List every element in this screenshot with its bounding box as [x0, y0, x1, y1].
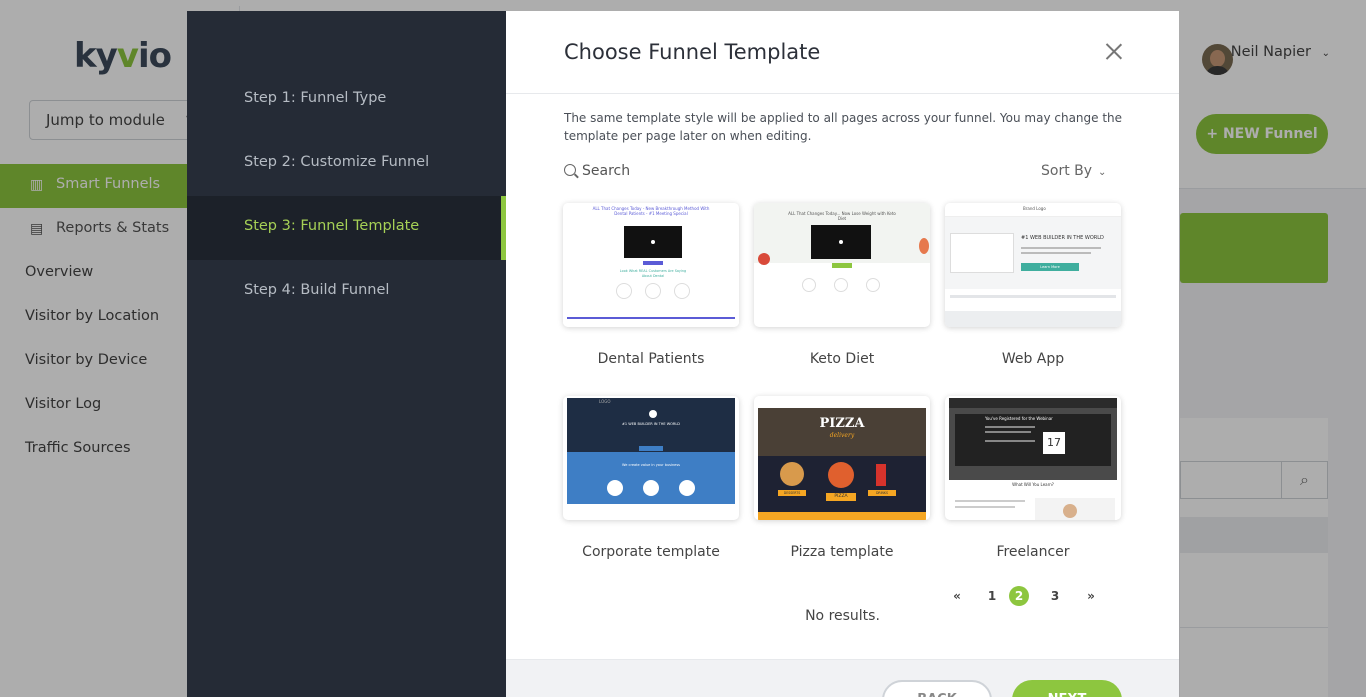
wizard-steps: Step 1: Funnel Type Step 2: Customize Fu… [187, 11, 506, 697]
step-funnel-type[interactable]: Step 1: Funnel Type [187, 68, 506, 132]
template-thumbnail[interactable]: LOGO #1 WEB BUILDER IN THE WORLD We crea… [563, 396, 739, 520]
thumb-pizza-subtitle: delivery [829, 432, 855, 439]
thumb-brand: Brand Logo [1023, 206, 1046, 211]
step-build-funnel[interactable]: Step 4: Build Funnel [187, 260, 506, 324]
pagination-page-2[interactable]: 2 [1009, 586, 1029, 606]
thumb-pizza-label: DRINKS [868, 490, 896, 496]
template-card-keto[interactable]: ALL That Changes Today... Now Lose Weigh… [754, 203, 930, 367]
no-results-text: No results. [805, 608, 880, 624]
template-thumbnail[interactable]: You've Registered for the Webinar 17 Wha… [945, 396, 1121, 520]
next-button[interactable]: NEXT [1012, 680, 1122, 697]
step-funnel-template[interactable]: Step 3: Funnel Template [187, 196, 506, 260]
template-card-freelancer[interactable]: You've Registered for the Webinar 17 Wha… [945, 396, 1121, 560]
template-name: Keto Diet [809, 351, 875, 367]
template-pane: Choose Funnel Template The same template… [506, 11, 1179, 697]
search-icon [564, 164, 576, 176]
thumb-pizza-label: DESSERTS [778, 490, 806, 496]
pagination-next[interactable]: » [1081, 586, 1101, 606]
back-button[interactable]: BACK [882, 680, 992, 697]
thumb-headline: #1 WEB BUILDER IN THE WORLD [1021, 235, 1104, 241]
thumb-subhead: We create value in your business [622, 463, 680, 467]
template-name: Web App [1001, 351, 1065, 367]
modal-header: Choose Funnel Template [506, 11, 1179, 94]
template-thumbnail[interactable]: ALL That Changes Today... Now Lose Weigh… [754, 203, 930, 327]
thumb-date: 17 [1043, 432, 1065, 454]
thumb-pizza-label: PIZZA [826, 493, 856, 501]
thumb-headline: #1 WEB BUILDER IN THE WORLD [621, 422, 680, 426]
thumb-logo: LOGO [599, 399, 611, 404]
thumb-subhead: Look What REAL Customers Are Saying Abou… [619, 269, 687, 278]
thumb-cta: Learn More [1021, 263, 1079, 271]
pagination: « 1 2 3 » [947, 586, 1117, 606]
template-name: Pizza template [790, 544, 894, 560]
template-card-web-app[interactable]: Brand Logo #1 WEB BUILDER IN THE WORLD L… [945, 203, 1121, 367]
template-card-corporate[interactable]: LOGO #1 WEB BUILDER IN THE WORLD We crea… [563, 396, 739, 560]
pagination-page-3[interactable]: 3 [1045, 586, 1065, 606]
sort-by-label: Sort By [1041, 163, 1093, 179]
pagination-page-1[interactable]: 1 [982, 586, 1002, 606]
template-thumbnail[interactable]: PIZZA delivery DESSERTS PIZZA DRINKS [754, 396, 930, 520]
chevron-down-icon: ⌄ [1098, 167, 1107, 178]
sort-by-dropdown[interactable]: Sort By ⌄ [1041, 163, 1106, 179]
step-customize-funnel[interactable]: Step 2: Customize Funnel [187, 132, 506, 196]
modal-title: Choose Funnel Template [564, 40, 821, 64]
template-name: Dental Patients [597, 351, 705, 367]
funnel-template-modal: Step 1: Funnel Type Step 2: Customize Fu… [187, 11, 1179, 697]
template-thumbnail[interactable]: ALL That Changes Today - New Breakthroug… [563, 203, 739, 327]
template-thumbnail[interactable]: Brand Logo #1 WEB BUILDER IN THE WORLD L… [945, 203, 1121, 327]
close-icon[interactable] [1103, 41, 1125, 63]
template-name: Freelancer [996, 544, 1070, 560]
pagination-prev[interactable]: « [947, 586, 967, 606]
thumb-pizza-title: PIZZA [819, 416, 865, 431]
thumb-subhead: What Will You Learn? [1012, 482, 1054, 487]
search-label: Search [582, 163, 631, 179]
template-search[interactable]: Search [564, 163, 630, 179]
template-name: Corporate template [582, 544, 720, 560]
template-card-pizza[interactable]: PIZZA delivery DESSERTS PIZZA DRINKS Piz… [754, 396, 930, 560]
thumb-headline: ALL That Changes Today... Now Lose Weigh… [788, 211, 896, 221]
thumb-headline: You've Registered for the Webinar [985, 416, 1053, 421]
thumb-headline: ALL That Changes Today - New Breakthroug… [592, 206, 710, 216]
template-description: The same template style will be applied … [564, 111, 1123, 143]
template-card-dental[interactable]: ALL That Changes Today - New Breakthroug… [563, 203, 739, 367]
